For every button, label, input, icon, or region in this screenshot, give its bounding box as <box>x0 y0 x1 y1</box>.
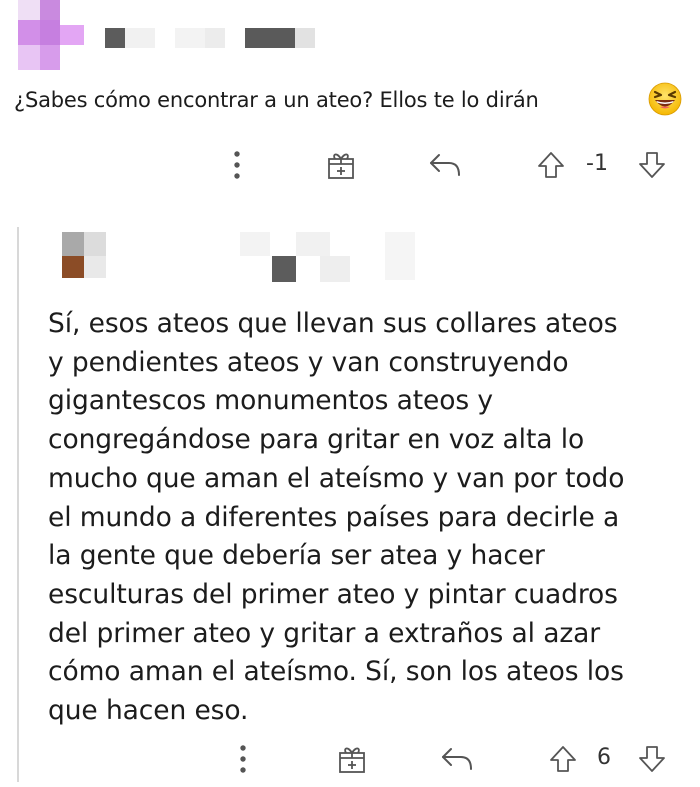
username-redacted[interactable] <box>105 24 325 50</box>
vote-count: -1 <box>586 151 608 176</box>
more-icon[interactable] <box>231 742 255 776</box>
downvote-icon[interactable] <box>636 148 668 182</box>
comment-1-text: ¿Sabes cómo encontrar a un ateo? Ellos t… <box>14 88 539 112</box>
comment-2-text: Sí, esos ateos que llevan sus collares a… <box>48 308 625 727</box>
reply-icon[interactable] <box>425 148 465 182</box>
upvote-icon[interactable] <box>547 742 579 776</box>
reply-icon[interactable] <box>437 742 477 776</box>
upvote-icon[interactable] <box>535 148 567 182</box>
gift-icon[interactable] <box>323 147 359 183</box>
avatar[interactable] <box>62 232 110 278</box>
more-icon[interactable] <box>225 148 249 182</box>
username-redacted[interactable] <box>240 232 420 282</box>
avatar[interactable] <box>18 0 88 70</box>
vote-count: 6 <box>597 745 611 770</box>
downvote-icon[interactable] <box>636 742 668 776</box>
thread-line[interactable] <box>17 227 19 782</box>
gift-icon[interactable] <box>334 741 370 777</box>
laughing-face-emoji <box>648 82 682 116</box>
